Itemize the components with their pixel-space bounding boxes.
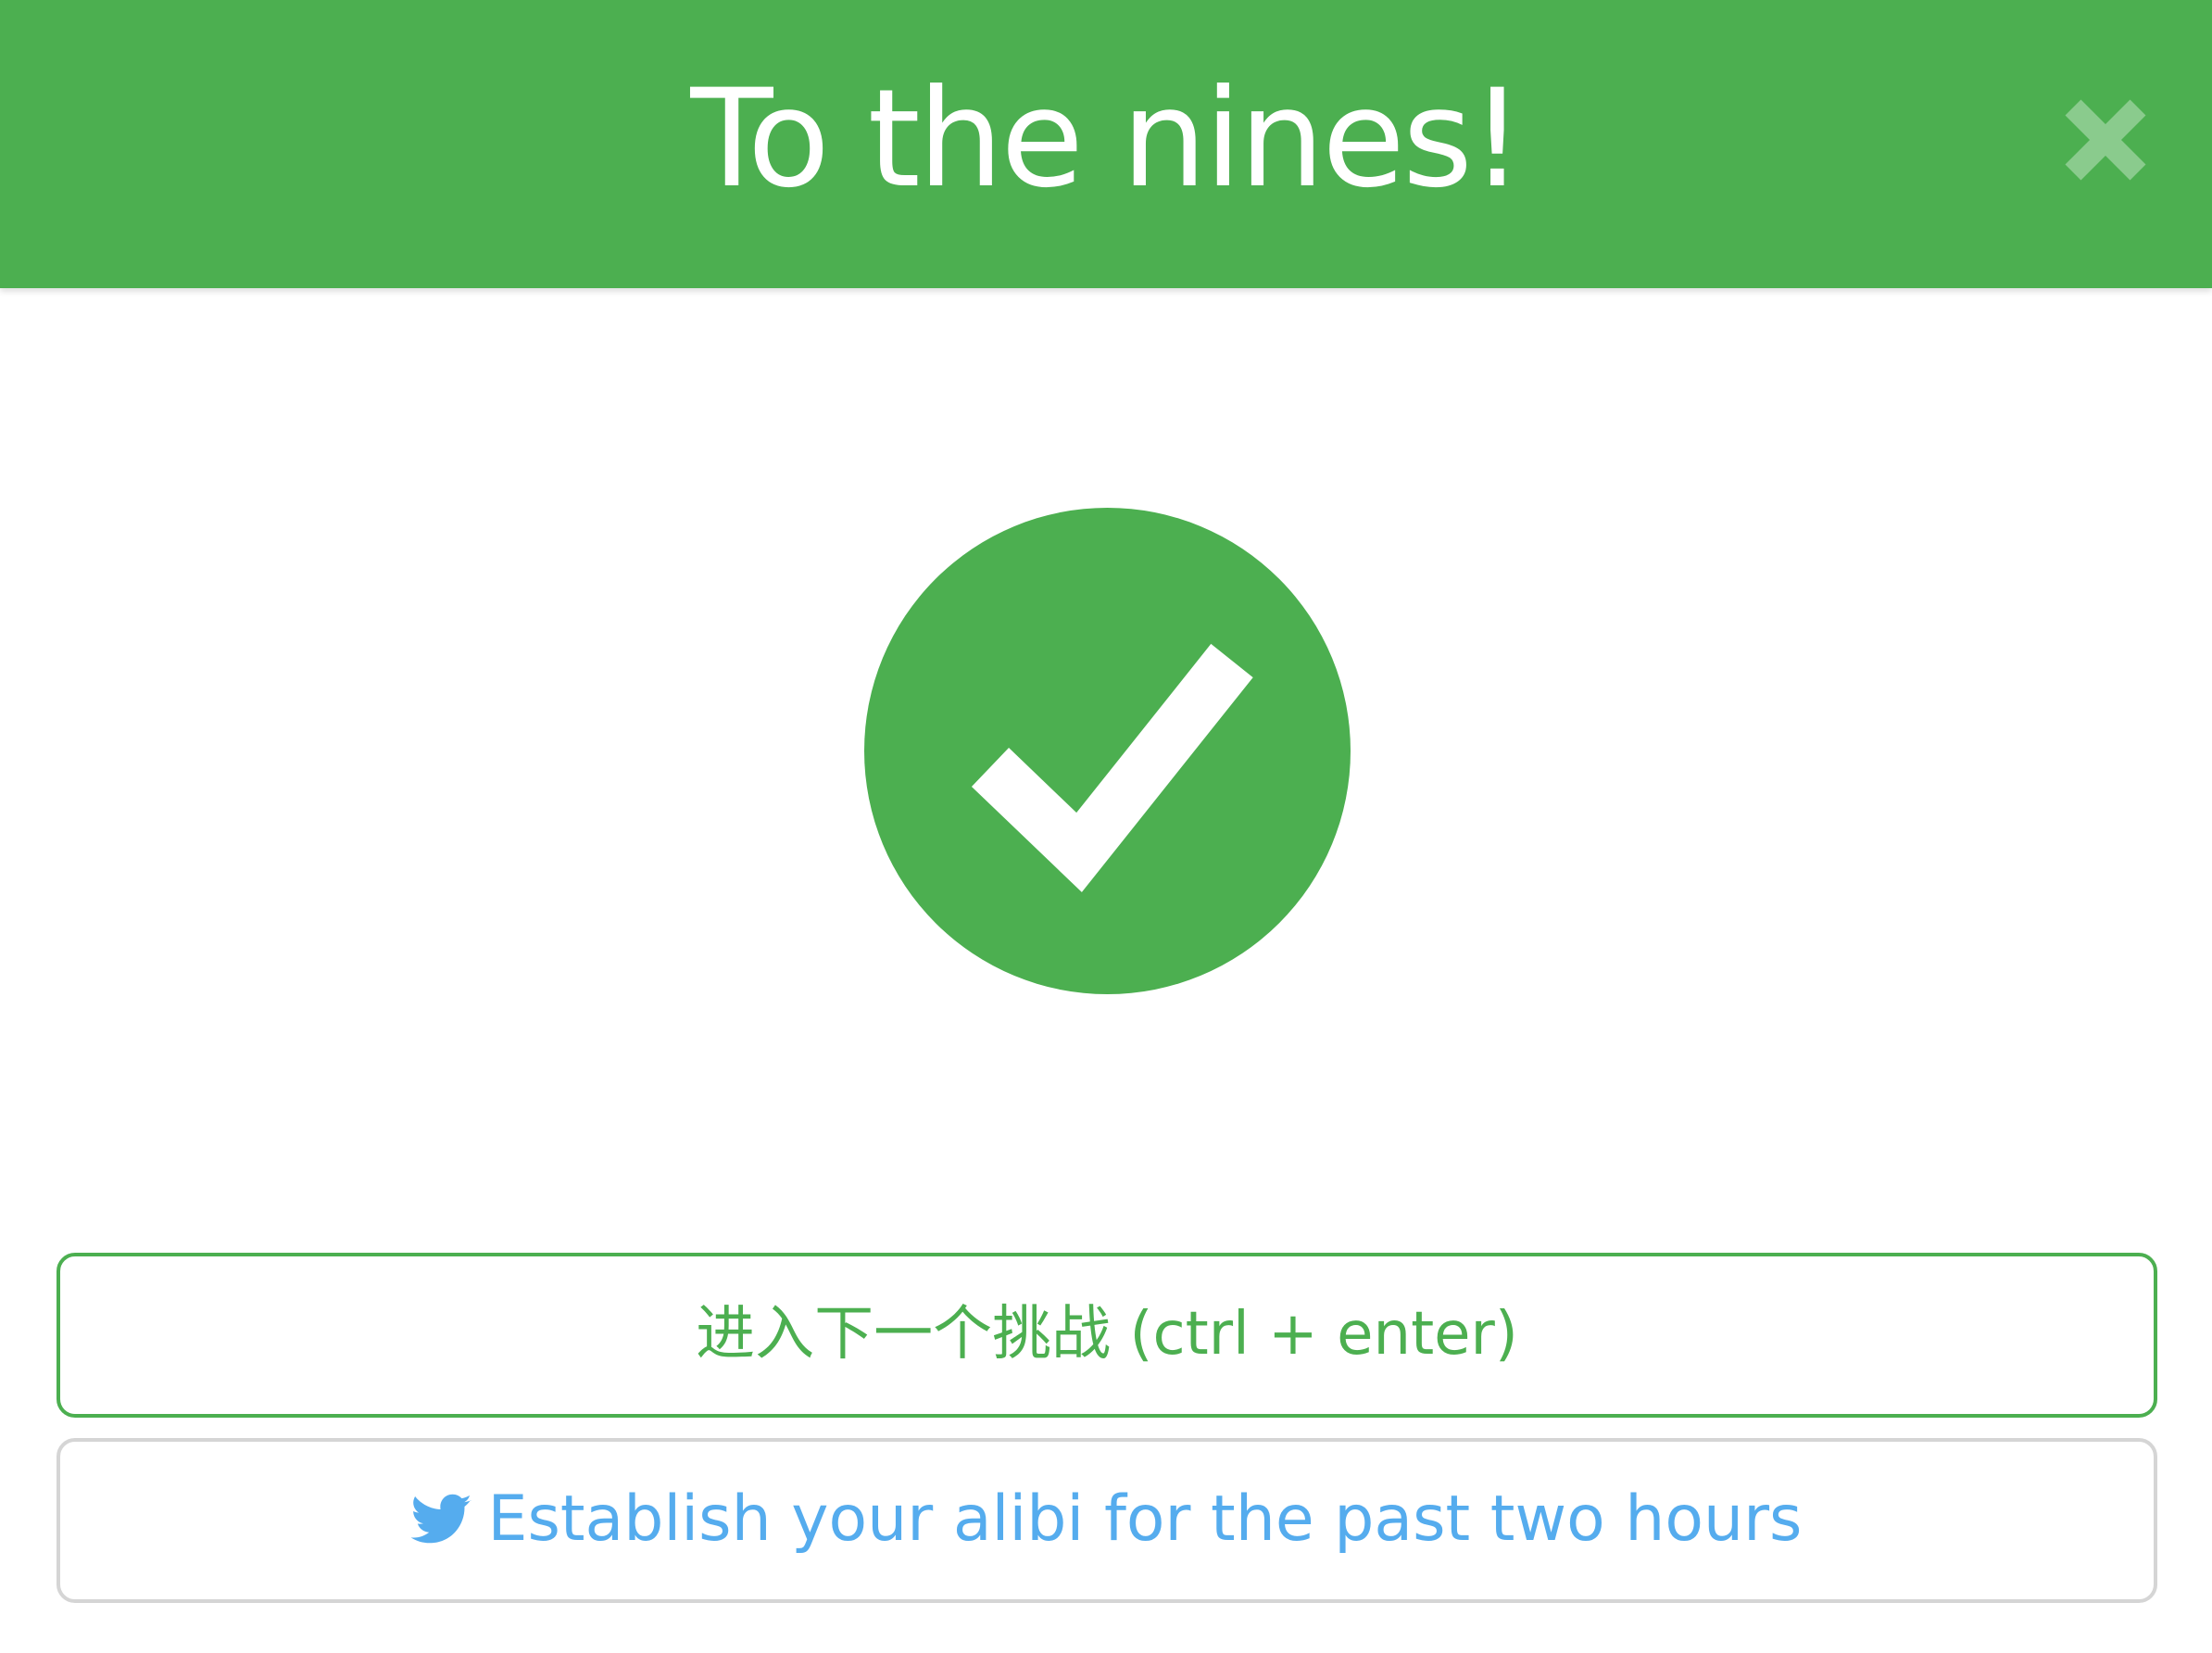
success-modal: To the nines! 进入下一个挑战 (ctrl + enter) Est… (0, 0, 2212, 1653)
close-button[interactable] (2058, 93, 2153, 187)
tweet-label: Establish your alibi for the past two ho… (487, 1483, 1803, 1556)
tweet-button[interactable]: Establish your alibi for the past two ho… (57, 1438, 2157, 1603)
checkmark-icon (864, 508, 1351, 994)
modal-title: To the nines! (690, 60, 1524, 218)
next-challenge-label: 进入下一个挑战 (ctrl + enter) (696, 1300, 1518, 1369)
twitter-icon (411, 1494, 472, 1546)
modal-header: To the nines! (0, 0, 2212, 288)
success-badge (864, 508, 1351, 994)
close-icon (2065, 99, 2146, 181)
next-challenge-button[interactable]: 进入下一个挑战 (ctrl + enter) (57, 1253, 2157, 1418)
